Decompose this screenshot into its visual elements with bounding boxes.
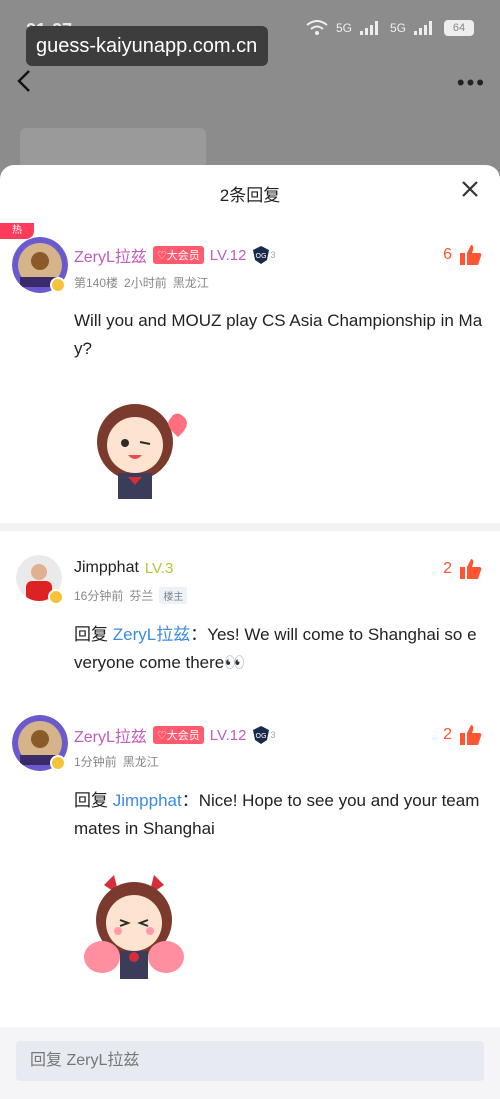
vip-tag: ♡大会员 xyxy=(152,246,204,264)
reply-prefix: 回复 xyxy=(74,625,113,644)
like-button[interactable]: 2 xyxy=(443,559,482,579)
section-divider xyxy=(0,523,500,531)
vip-tag: ♡大会员 xyxy=(152,726,204,744)
host-tag: 楼主 xyxy=(159,587,188,604)
comment-text: Will you and MOUZ play CS Asia Champions… xyxy=(74,311,483,358)
reply-target-username[interactable]: Jimpphat xyxy=(113,791,182,810)
close-icon[interactable] xyxy=(458,177,482,201)
thumbs-up-icon xyxy=(460,245,482,265)
url-watermark-banner: guess-kaiyunapp.com.cn xyxy=(26,26,268,66)
network-label-2: 5G xyxy=(389,21,406,35)
location: 黑龙江 xyxy=(172,276,209,290)
anime-girl-sticker xyxy=(97,404,187,499)
background-placeholder-block xyxy=(20,128,206,168)
team-count: 3 xyxy=(270,250,276,260)
reply-target-username[interactable]: ZeryL拉兹 xyxy=(113,625,190,644)
status-icons: 5G 5G 64 xyxy=(306,20,474,36)
hot-badge: 热 xyxy=(0,223,34,239)
thumbs-up-icon xyxy=(460,559,482,579)
svg-text:OG: OG xyxy=(255,252,266,260)
comment-header: ZeryL拉兹 ♡大会员 LV.12 OG 3 xyxy=(74,243,276,267)
reply-input[interactable]: 回复 ZeryL拉兹 xyxy=(16,1041,484,1081)
level-badge: LV.12 xyxy=(209,726,247,744)
comment-meta: 1分钟前 黑龙江 xyxy=(74,753,159,770)
like-count: 6 xyxy=(443,246,452,263)
anime-girl-sticker xyxy=(84,875,184,979)
like-count: 2 xyxy=(443,560,452,577)
location: 芬兰 xyxy=(129,589,154,603)
like-button[interactable]: 2 xyxy=(443,725,482,745)
verified-badge xyxy=(48,589,64,605)
svg-text:OG: OG xyxy=(255,732,266,740)
sheet-header: 2条回复 xyxy=(0,165,500,221)
floor-number: 第140楼 xyxy=(74,276,119,290)
comment-text: 回复 ZeryL拉兹：Yes! We will come to Shanghai… xyxy=(74,621,484,677)
team-badge: OG 3 xyxy=(252,726,276,744)
reply-colon: ： xyxy=(181,791,199,810)
like-count: 2 xyxy=(443,726,452,743)
username[interactable]: ZeryL拉兹 xyxy=(74,723,147,747)
team-logo-icon: OG xyxy=(252,246,269,264)
battery-icon: 64 xyxy=(444,20,474,36)
wifi-icon xyxy=(306,20,328,35)
replies-sheet: 2条回复 热 ZeryL拉兹 ♡大会员 LV.12 OG 3 第140楼 2小时… xyxy=(0,165,500,1099)
background-page: 21:27 5G 5G 64 guess-kaiyunapp.com.cn ••… xyxy=(0,0,500,170)
sheet-title: 2条回复 xyxy=(219,186,281,205)
level-badge: LV.12 xyxy=(209,246,247,264)
team-count: 3 xyxy=(270,730,276,740)
username[interactable]: Jimpphat xyxy=(74,559,139,577)
signal-icon xyxy=(359,21,382,35)
location: 黑龙江 xyxy=(122,755,159,769)
post-time: 2小时前 xyxy=(124,276,167,290)
verified-badge xyxy=(50,277,66,293)
verified-badge xyxy=(50,755,66,771)
comment-text: 回复 Jimpphat：Nice! Hope to see you and yo… xyxy=(74,787,484,843)
team-logo-icon: OG xyxy=(252,726,269,744)
post-time: 1分钟前 xyxy=(74,755,117,769)
comment-meta: 16分钟前 芬兰 楼主 xyxy=(74,587,188,604)
level-badge: LV.3 xyxy=(144,559,174,577)
more-options-icon[interactable]: ••• xyxy=(457,70,486,96)
team-badge: OG 3 xyxy=(252,246,276,264)
thumbs-up-icon xyxy=(460,725,482,745)
back-arrow-icon[interactable] xyxy=(12,68,38,94)
post-time: 16分钟前 xyxy=(74,589,124,603)
username[interactable]: ZeryL拉兹 xyxy=(74,243,147,267)
comment-meta: 第140楼 2小时前 黑龙江 xyxy=(74,274,209,291)
like-button[interactable]: 6 xyxy=(443,245,482,265)
network-label-1: 5G xyxy=(335,21,352,35)
comment-header: ZeryL拉兹 ♡大会员 LV.12 OG 3 xyxy=(74,723,276,747)
reply-prefix: 回复 xyxy=(74,791,113,810)
comment-header: Jimpphat LV.3 xyxy=(74,559,173,577)
reply-colon: ： xyxy=(190,625,208,644)
signal-icon-2 xyxy=(414,21,436,35)
